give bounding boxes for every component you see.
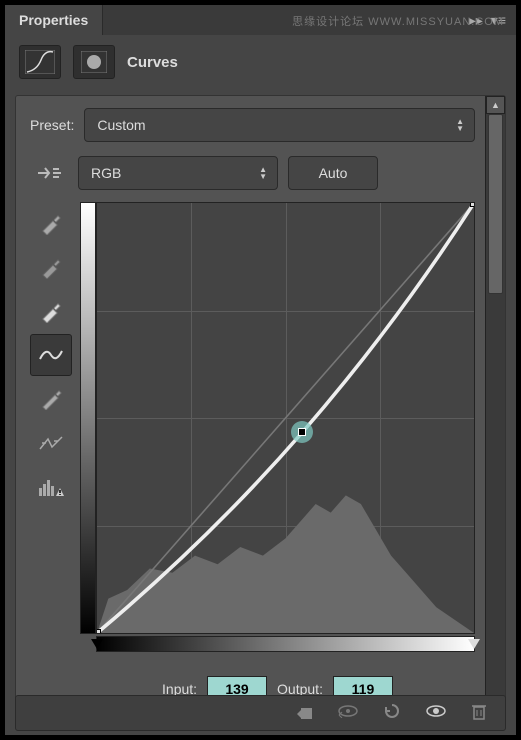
curve-icon [38,345,64,365]
main-area: Preset: Custom ▲▼ RGB ▲▼ Auto [15,95,506,715]
reset-button[interactable] [383,702,401,725]
eyedropper-icon [39,255,63,279]
curve-endpoint-black[interactable] [96,629,101,634]
tool-column [30,202,74,702]
channel-value: RGB [91,165,121,181]
chevron-updown-icon: ▲▼ [259,166,267,180]
adjustment-title: Curves [127,54,178,71]
scrollbar[interactable]: ▲ ▼ [485,96,505,714]
tab-properties[interactable]: Properties [5,5,103,35]
point-curve-button[interactable] [30,334,72,376]
curves-graph[interactable] [96,202,475,634]
bottom-bar [15,695,506,731]
targeted-adjust-button[interactable] [30,157,68,189]
view-previous-button[interactable] [337,704,359,723]
vertical-gradient [80,202,96,634]
eyedropper-icon [39,299,63,323]
scroll-thumb[interactable] [488,114,503,294]
clip-icon [295,702,313,720]
histogram-warn-icon [38,476,64,498]
eyedropper-white-button[interactable] [30,290,72,332]
curves-thumb-button[interactable] [19,45,61,79]
horizontal-gradient[interactable] [96,636,475,652]
hand-icon [35,162,63,184]
reset-icon [383,702,401,720]
trash-icon [471,702,487,720]
eyedropper-icon [39,211,63,235]
clip-to-layer-button[interactable] [295,702,313,725]
eyedropper-gray-button[interactable] [30,246,72,288]
preset-dropdown[interactable]: Custom ▲▼ [84,108,475,142]
smooth-curve-button[interactable] [30,422,72,464]
black-point-slider[interactable] [91,639,103,649]
channel-dropdown[interactable]: RGB ▲▼ [78,156,278,190]
chevron-updown-icon: ▲▼ [456,118,464,132]
smooth-icon [38,433,64,453]
curve-endpoint-white[interactable] [470,202,475,207]
curve-point[interactable] [291,421,313,443]
preset-label: Preset: [30,117,74,133]
mask-icon [81,51,107,73]
watermark: 思缘设计论坛 WWW.MISSYUAN.COM [292,13,504,29]
preset-value: Custom [97,117,145,133]
white-point-slider[interactable] [468,639,480,649]
curve-line [97,203,474,633]
pencil-curve-button[interactable] [30,378,72,420]
scroll-up-icon[interactable]: ▲ [486,96,505,114]
delete-button[interactable] [471,702,487,725]
clip-warning-button[interactable] [30,466,72,508]
eyedropper-black-button[interactable] [30,202,72,244]
visibility-button[interactable] [425,704,447,723]
mask-thumb-button[interactable] [73,45,115,79]
eye-back-icon [337,704,359,718]
eye-icon [425,704,447,718]
curves-icon [25,50,55,74]
pencil-icon [40,388,62,410]
auto-button[interactable]: Auto [288,156,378,190]
adjustment-type-row: Curves [5,35,516,89]
